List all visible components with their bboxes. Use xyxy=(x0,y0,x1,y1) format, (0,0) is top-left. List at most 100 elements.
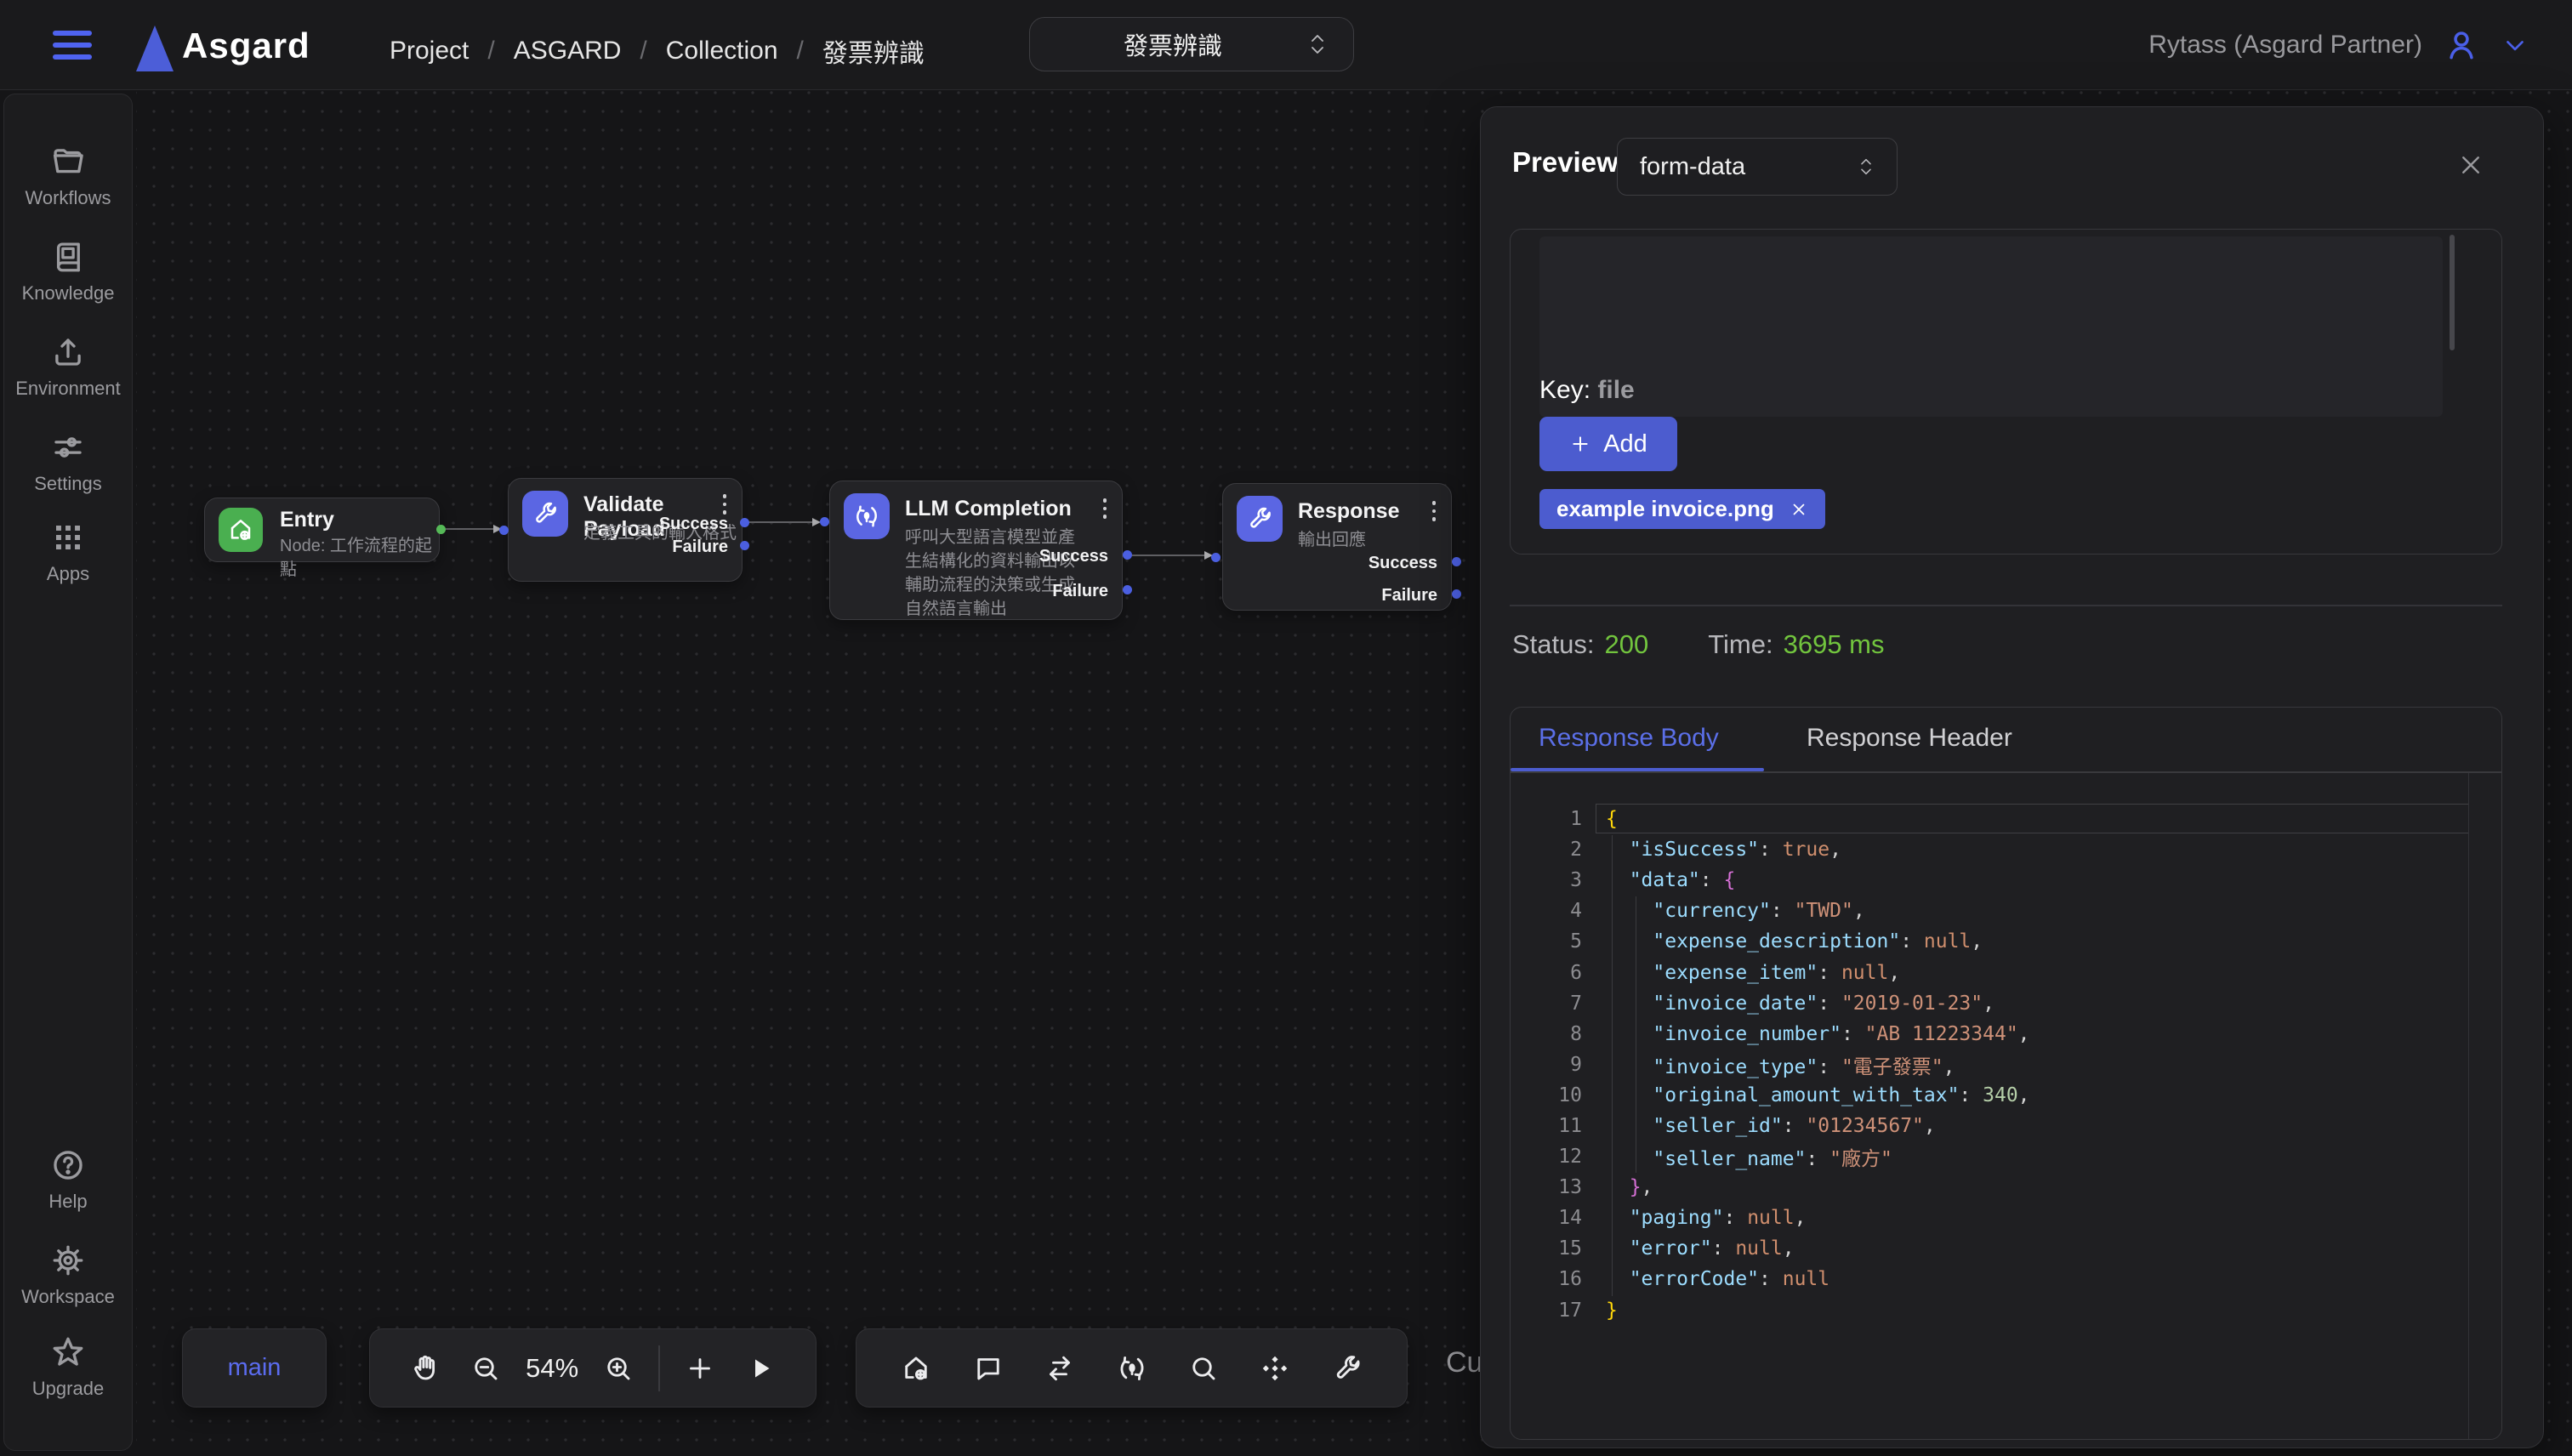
preview-panel: Preview form-data Key: file Add example … xyxy=(1480,106,2544,1448)
sidebar-label: Apps xyxy=(47,563,89,585)
port-response-input[interactable] xyxy=(1211,553,1221,562)
line-number: 9 xyxy=(1511,1054,1582,1076)
user-menu[interactable]: Rytass (Asgard Partner) xyxy=(2148,0,2529,90)
breadcrumb-asgard[interactable]: ASGARD xyxy=(514,37,622,65)
hand-pan-icon[interactable] xyxy=(405,1348,446,1389)
sidebar-item-upgrade[interactable]: Upgrade xyxy=(4,1334,132,1400)
line-number: 10 xyxy=(1511,1084,1582,1106)
zoom-level[interactable]: 54% xyxy=(526,1353,578,1384)
request-form-card: Key: file Add example invoice.png xyxy=(1510,229,2502,555)
code-text: "errorCode": null xyxy=(1582,1268,1829,1290)
key-label: Key: xyxy=(1539,376,1590,404)
tab-response-body[interactable]: Response Body xyxy=(1539,724,1719,753)
line-number: 12 xyxy=(1511,1146,1582,1168)
port-validate-failure[interactable] xyxy=(740,541,749,550)
port-entry-output[interactable] xyxy=(436,525,446,534)
sidebar-item-apps[interactable]: Apps xyxy=(4,520,132,585)
node-tools-toolbar xyxy=(856,1328,1408,1408)
node-title: LLM Completion xyxy=(905,497,1072,521)
scrollbar-thumb[interactable] xyxy=(2450,235,2455,350)
breadcrumb-collection[interactable]: Collection xyxy=(666,37,778,65)
code-text: "expense_item": null, xyxy=(1582,962,1900,984)
hamburger-menu-icon[interactable] xyxy=(53,31,92,60)
file-chip[interactable]: example invoice.png xyxy=(1539,489,1825,529)
node-entry[interactable]: Entry Node: 工作流程的起點 xyxy=(204,498,440,562)
line-number: 1 xyxy=(1511,808,1582,830)
sidebar-label: Workspace xyxy=(21,1286,115,1308)
node-llm-completion[interactable]: LLM Completion 呼叫大型語言模型並產生結構化的資料輸出以輔助流程的… xyxy=(829,481,1123,620)
sidebar-item-workspace[interactable]: Workspace xyxy=(4,1243,132,1308)
port-response-success[interactable] xyxy=(1452,557,1461,566)
workflow-select[interactable]: 發票辨識 xyxy=(1029,17,1354,71)
port-llm-failure[interactable] xyxy=(1123,585,1132,594)
breadcrumb-workflow[interactable]: 發票辨識 xyxy=(822,32,925,70)
node-menu-kebab-icon[interactable] xyxy=(1429,498,1440,525)
sidebar-item-settings[interactable]: Settings xyxy=(4,429,132,495)
line-number: 7 xyxy=(1511,992,1582,1015)
tab-response-header[interactable]: Response Header xyxy=(1807,724,2012,753)
llm-node-icon xyxy=(844,493,890,539)
add-file-button[interactable]: Add xyxy=(1539,417,1677,471)
node-subtitle: 輸出回應 xyxy=(1298,528,1366,552)
move-nodes-icon[interactable] xyxy=(1255,1348,1295,1389)
port-validate-success[interactable] xyxy=(740,518,749,527)
add-icon[interactable] xyxy=(680,1348,720,1389)
code-lines: 1{2 "isSuccess": true,3 "data": {4 "curr… xyxy=(1511,804,2501,1326)
clipped-canvas-label: Cu xyxy=(1446,1346,1482,1379)
response-card: Response Body Response Header 1{2 "isSuc… xyxy=(1510,707,2502,1440)
scrolled-form-row xyxy=(1539,236,2443,417)
line-number: 3 xyxy=(1511,869,1582,891)
branch-selector[interactable]: main xyxy=(182,1328,327,1408)
code-text: "seller_name": "廠方" xyxy=(1582,1142,1892,1171)
line-number: 14 xyxy=(1511,1207,1582,1229)
node-subtitle: Node: 工作流程的起點 xyxy=(280,534,439,582)
sidebar-item-environment[interactable]: Environment xyxy=(4,334,132,400)
code-text: "original_amount_with_tax": 340, xyxy=(1582,1084,2030,1106)
response-body-code: 1{2 "isSuccess": true,3 "data": {4 "curr… xyxy=(1511,773,2501,1439)
tool-node-icon[interactable] xyxy=(1327,1348,1368,1389)
zoom-in-icon[interactable] xyxy=(598,1348,639,1389)
star-icon xyxy=(50,1334,86,1370)
port-llm-input[interactable] xyxy=(820,517,829,526)
line-number: 8 xyxy=(1511,1023,1582,1045)
zoom-toolbar: 54% xyxy=(369,1328,817,1408)
node-validate-payload[interactable]: Validate Payload 定義工具的輸入格式 Success Failu… xyxy=(508,478,743,582)
port-response-failure[interactable] xyxy=(1452,589,1461,599)
sidebar-item-knowledge[interactable]: Knowledge xyxy=(4,239,132,304)
line-number: 6 xyxy=(1511,962,1582,984)
run-workflow-icon[interactable] xyxy=(740,1348,781,1389)
remove-file-icon[interactable] xyxy=(1790,500,1808,519)
code-line: 12 "seller_name": "廠方" xyxy=(1511,1141,2501,1172)
llm-node-icon[interactable] xyxy=(1112,1348,1152,1389)
sidebar-label: Settings xyxy=(34,473,102,495)
sliders-icon xyxy=(50,429,86,465)
line-number: 5 xyxy=(1511,930,1582,953)
breadcrumb-separator: / xyxy=(797,37,804,65)
sidebar-label: Upgrade xyxy=(32,1378,104,1400)
node-response[interactable]: Response 輸出回應 Success Failure xyxy=(1222,483,1452,611)
sidebar-label: Workflows xyxy=(25,187,111,209)
code-line: 15 "error": null, xyxy=(1511,1233,2501,1264)
port-llm-success[interactable] xyxy=(1123,550,1132,560)
swap-connection-icon[interactable] xyxy=(1039,1348,1080,1389)
port-validate-input[interactable] xyxy=(499,526,509,535)
toolbar-divider xyxy=(658,1345,660,1391)
port-label-success: Success xyxy=(1039,547,1108,566)
add-entry-node-icon[interactable] xyxy=(896,1348,936,1389)
current-line-highlight xyxy=(1596,804,2469,833)
comment-icon[interactable] xyxy=(968,1348,1009,1389)
sidebar-item-help[interactable]: Help xyxy=(4,1147,132,1213)
code-line: 1{ xyxy=(1511,804,2501,834)
line-number: 13 xyxy=(1511,1176,1582,1198)
format-select[interactable]: form-data xyxy=(1617,138,1898,196)
asgard-logo-icon xyxy=(136,26,174,71)
port-label-failure: Failure xyxy=(1052,582,1108,601)
node-menu-kebab-icon[interactable] xyxy=(720,491,731,518)
breadcrumb-project[interactable]: Project xyxy=(390,37,469,65)
close-icon[interactable] xyxy=(2452,146,2489,184)
validate-node-icon xyxy=(522,491,568,537)
sidebar-item-workflows[interactable]: Workflows xyxy=(4,144,132,209)
node-menu-kebab-icon[interactable] xyxy=(1100,495,1111,522)
zoom-out-icon[interactable] xyxy=(465,1348,506,1389)
search-icon[interactable] xyxy=(1183,1348,1224,1389)
